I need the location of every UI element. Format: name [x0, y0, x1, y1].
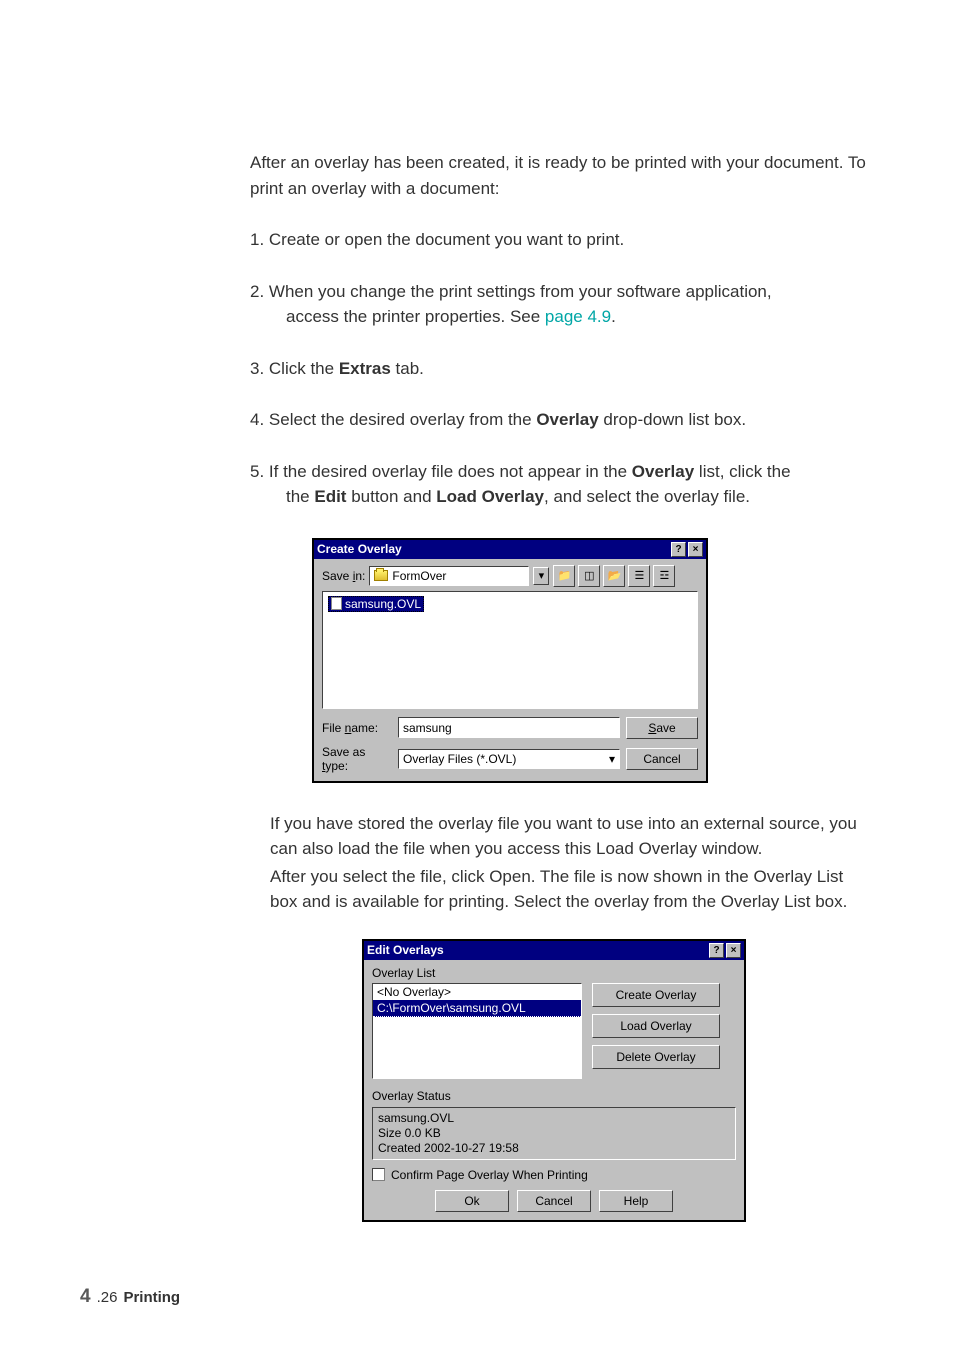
save-in-combo[interactable]: FormOver [369, 566, 529, 586]
step-4: 4. Select the desired overlay from the O… [250, 407, 894, 433]
close-button[interactable]: × [688, 542, 703, 557]
save-in-label: Save in: [322, 569, 365, 583]
intro-text: After an overlay has been created, it is… [250, 150, 894, 201]
up-folder-icon[interactable]: 📁 [553, 565, 575, 587]
step-4-a: 4. Select the desired overlay from the [250, 410, 536, 429]
edit-overlays-dialog: Edit Overlays ? × Overlay List <No Overl… [362, 939, 746, 1222]
overlay-list-label: Overlay List [372, 966, 736, 980]
overlay-status-box: samsung.OVL Size 0.0 KB Created 2002-10-… [372, 1107, 736, 1160]
step-5-c: list, click the [694, 462, 790, 481]
step-4-c: drop-down list box. [599, 410, 746, 429]
folder-icon [374, 570, 388, 581]
step-4-bold: Overlay [536, 410, 598, 429]
status-line-2: Size 0.0 KB [378, 1126, 730, 1141]
close-button[interactable]: × [726, 943, 741, 958]
delete-overlay-button[interactable]: Delete Overlay [592, 1045, 720, 1069]
step-5-d-pre: the [286, 487, 314, 506]
step-2-b: access the printer properties. See [286, 307, 545, 326]
overlay-status-label: Overlay Status [372, 1089, 736, 1103]
create-overlay-button[interactable]: Create Overlay [592, 983, 720, 1007]
status-line-1: samsung.OVL [378, 1111, 730, 1126]
save-in-value: FormOver [392, 569, 446, 583]
step-3: 3. Click the Extras tab. [250, 356, 894, 382]
list-item-samsung[interactable]: C:\FormOver\samsung.OVL [373, 1000, 581, 1017]
paragraph-2: After you select the file, click Open. T… [270, 864, 864, 915]
chevron-down-icon[interactable]: ▾ [533, 567, 549, 585]
savetype-value: Overlay Files (*.OVL) [403, 752, 516, 766]
step-5-e: button and [346, 487, 436, 506]
step-5-a: 5. If the desired overlay file does not … [250, 462, 632, 481]
step-2: 2. When you change the print settings fr… [250, 279, 894, 330]
dialog2-title-text: Edit Overlays [367, 943, 444, 957]
help-button[interactable]: ? [671, 542, 686, 557]
footer-chapter: 4 [80, 1286, 91, 1308]
step-1: 1. Create or open the document you want … [250, 227, 894, 253]
ok-button[interactable]: Ok [435, 1190, 509, 1212]
savetype-combo[interactable]: Overlay Files (*.OVL) ▾ [398, 749, 620, 769]
step-2-a: 2. When you change the print settings fr… [250, 282, 772, 301]
details-view-icon[interactable]: ☲ [653, 565, 675, 587]
step-3-bold: Extras [339, 359, 391, 378]
document-icon [331, 597, 342, 610]
file-list[interactable]: samsung.OVL [322, 591, 698, 709]
confirm-checkbox[interactable] [372, 1168, 385, 1181]
step-5-b1: Overlay [632, 462, 694, 481]
list-item-no-overlay[interactable]: <No Overlay> [373, 984, 581, 1000]
step-5-b3: Load Overlay [436, 487, 544, 506]
chevron-down-icon[interactable]: ▾ [609, 752, 615, 766]
step-5-g: , and select the overlay file. [544, 487, 750, 506]
step-3-c: tab. [391, 359, 424, 378]
paragraph-1: If you have stored the overlay file you … [270, 811, 864, 862]
file-item-samsung-ovl[interactable]: samsung.OVL [328, 596, 424, 612]
dialog-title-text: Create Overlay [317, 542, 402, 556]
help-button[interactable]: Help [599, 1190, 673, 1212]
help-button[interactable]: ? [709, 943, 724, 958]
status-line-3: Created 2002-10-27 19:58 [378, 1141, 730, 1156]
cancel-button[interactable]: Cancel [626, 748, 698, 770]
overlay-listbox[interactable]: <No Overlay> C:\FormOver\samsung.OVL [372, 983, 582, 1079]
footer-section: Printing [123, 1289, 180, 1306]
file-item-label: samsung.OVL [345, 597, 421, 611]
save-button[interactable]: Save [626, 717, 698, 739]
step-5: 5. If the desired overlay file does not … [250, 459, 894, 510]
create-overlay-dialog: Create Overlay ? × Save in: FormOver ▾ 📁… [312, 538, 708, 783]
new-folder-icon[interactable]: 📂 [603, 565, 625, 587]
filename-input[interactable] [398, 717, 620, 738]
link-page-4-9[interactable]: page 4.9 [545, 307, 611, 326]
filename-label: File name: [322, 721, 392, 735]
dialog2-titlebar: Edit Overlays ? × [364, 941, 744, 960]
desktop-icon[interactable]: ◫ [578, 565, 600, 587]
savetype-label: Save as type: [322, 745, 392, 773]
list-view-icon[interactable]: ☰ [628, 565, 650, 587]
step-3-a: 3. Click the [250, 359, 339, 378]
step-5-b2: Edit [314, 487, 346, 506]
confirm-label: Confirm Page Overlay When Printing [391, 1168, 588, 1182]
footer-page: .26 [97, 1289, 118, 1306]
dialog-titlebar: Create Overlay ? × [314, 540, 706, 559]
cancel-button[interactable]: Cancel [517, 1190, 591, 1212]
load-overlay-button[interactable]: Load Overlay [592, 1014, 720, 1038]
